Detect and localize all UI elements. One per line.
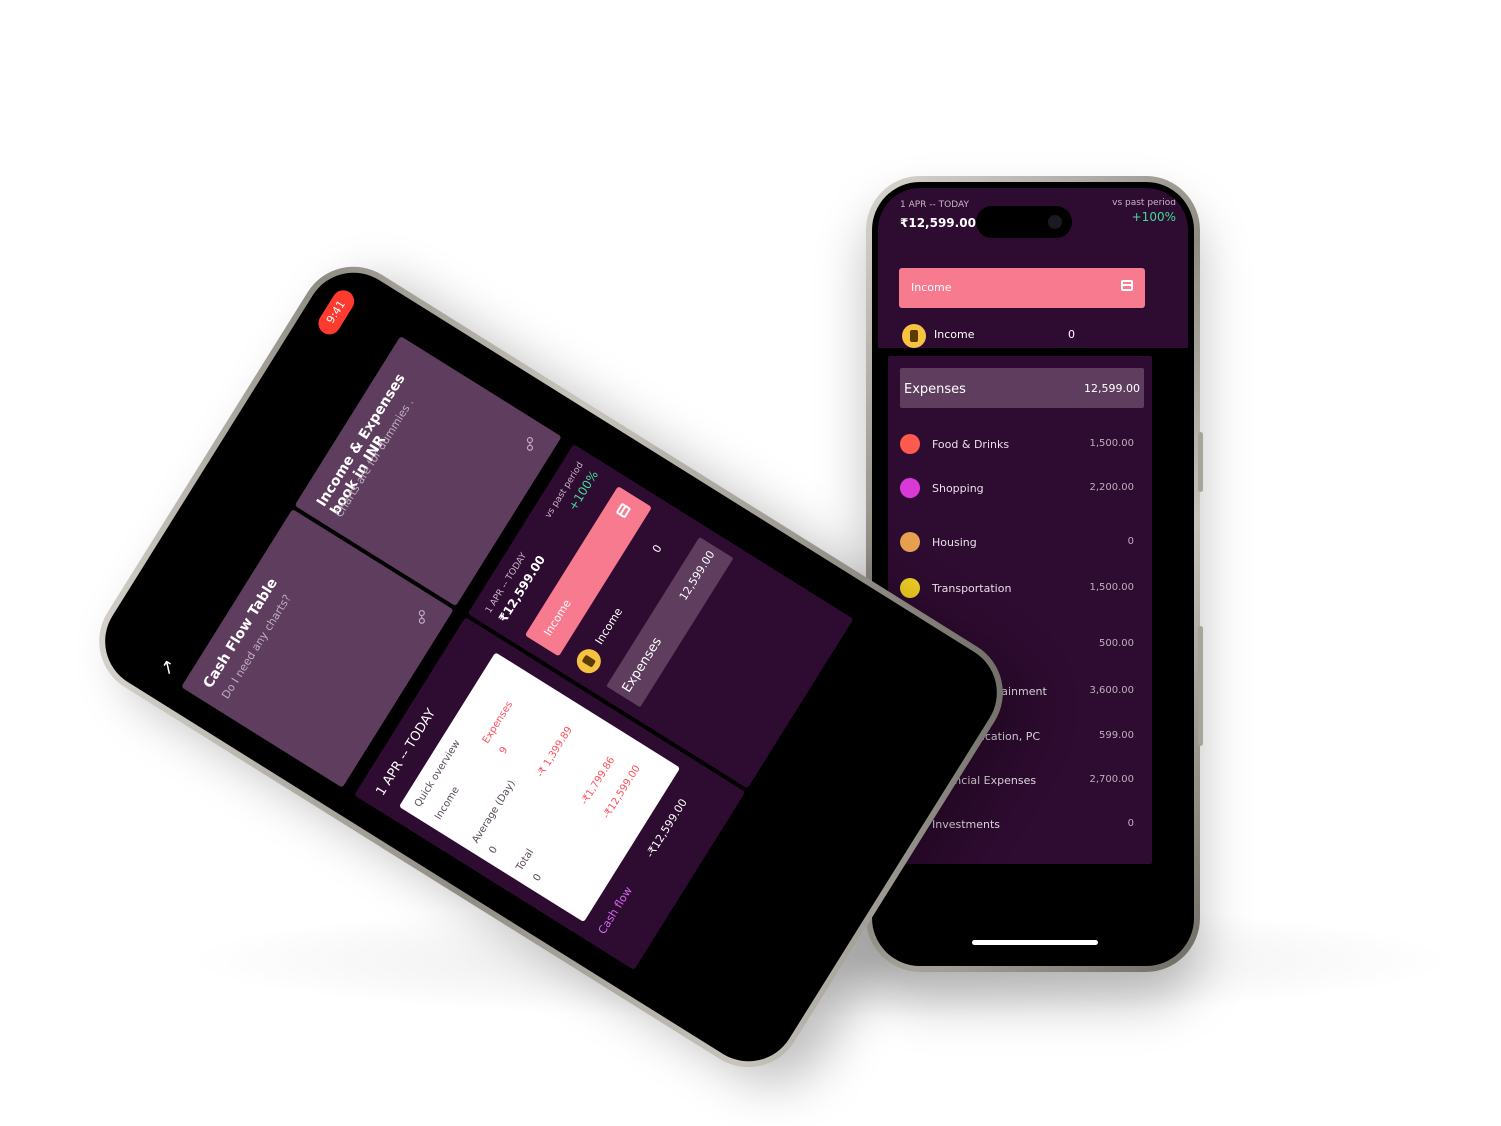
expense-value: 1,500.00 [1089,582,1134,593]
expense-row[interactable]: Transportation 1,500.00 [900,578,1144,602]
back-arrow-icon[interactable]: ↗ [155,656,181,680]
car-icon [900,578,920,598]
period-label: 1 APR -- TODAY [900,200,969,210]
left-income-bar-label: Income [541,597,574,639]
home-indicator[interactable] [972,940,1098,945]
fuel-icon [902,324,926,348]
side-button [1198,626,1203,746]
vs-past-value: +100% [1131,210,1176,224]
expense-row[interactable]: Housing 0 [900,532,1144,556]
expense-value: 1,500.00 [1089,438,1134,449]
expenses-title: Expenses [904,382,966,397]
vs-past-label: vs past period [1112,198,1176,208]
expense-label: Housing [932,536,977,549]
income-row-value: 0 [1068,328,1075,341]
income-bar-label: Income [911,281,952,294]
expense-label: Food & Drinks [932,438,1010,451]
left-income-row-value: 0 [649,542,665,556]
total-label: Total [514,847,537,873]
calendar-icon[interactable] [1121,280,1133,291]
share-icon-2[interactable]: ☍ [520,431,545,456]
expense-row[interactable]: Food & Drinks 1,500.00 [900,434,1144,458]
left-expenses-title: Expenses [619,634,666,696]
expense-value: 0 [1127,818,1134,829]
expense-label: Transportation [932,582,1012,595]
col-income: Income [433,784,462,822]
expense-value: 2,200.00 [1089,482,1134,493]
expense-row[interactable]: Shopping 2,200.00 [900,478,1144,502]
expense-value: 2,700.00 [1089,774,1134,785]
camera-icon [1048,215,1062,229]
expenses-header[interactable]: Expenses 12,599.00 [900,368,1144,408]
expenses-total: 12,599.00 [1084,382,1140,395]
total-income: 0 [531,872,545,884]
share-icon[interactable]: ☍ [412,604,437,629]
bag-icon [900,478,920,498]
house-icon [900,532,920,552]
dynamic-island [976,206,1072,238]
income-date-button[interactable]: Income [899,268,1145,308]
average-expenses: -₹ 1,399.89 [535,724,575,780]
expense-value: 500.00 [1099,638,1134,649]
average-income: 0 [487,844,501,856]
fork-knife-icon [900,434,920,454]
status-time: 9:41 [314,286,359,339]
left-expenses-total: 12,599.00 [676,548,718,603]
expense-value: 3,600.00 [1089,685,1134,696]
right-screen: 1 APR -- TODAY ₹12,599.00 vs past period… [878,188,1188,960]
expense-label: Investments [932,818,1001,831]
calendar-icon-2[interactable] [615,502,632,519]
power-button [1198,432,1203,492]
book-title: Income & Expenses book in INR [313,371,409,519]
right-phone: 1 APR -- TODAY ₹12,599.00 vs past period… [866,176,1203,972]
expense-row[interactable]: Investments 0 [900,814,1144,838]
count-value: 9 [497,745,511,757]
period-total: ₹12,599.00 [900,216,976,230]
average-label: Average (Day) [470,778,518,846]
income-row[interactable]: Income 0 [902,324,1132,348]
summary-header: 1 APR -- TODAY ₹12,599.00 vs past period… [878,188,1188,348]
expense-value: 599.00 [1099,730,1134,741]
income-row-label: Income [934,328,975,341]
expense-value: 0 [1127,536,1134,547]
expense-label: Shopping [932,482,984,495]
col-expenses: Expenses [480,699,516,746]
left-income-row-label: Income [592,605,626,647]
fuel-icon-2 [572,644,606,678]
